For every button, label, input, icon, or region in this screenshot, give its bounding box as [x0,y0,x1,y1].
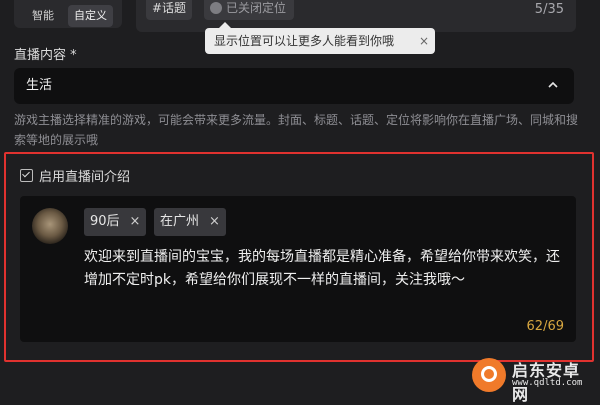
live-intro-panel: 启用直播间介绍 90后 × 在广州 × 欢迎来到直播间的宝宝，我的每场直播都是精… [4,152,594,362]
live-content-label: 直播内容 * [14,48,77,63]
tooltip-text: 显示位置可以让更多人能看到你哦 [214,34,395,48]
intro-editor[interactable]: 90后 × 在广州 × 欢迎来到直播间的宝宝，我的每场直播都是精心准备，希望给你… [20,196,576,342]
cover-mode-smart[interactable]: 智能 [26,5,60,27]
location-toggle-icon [210,2,222,14]
intro-tag-label: 90后 [90,214,120,229]
intro-toggle[interactable]: 启用直播间介绍 [20,166,130,185]
intro-checkbox[interactable] [20,169,33,182]
intro-tag: 90后 × [84,208,147,236]
location-toggle-label: 已关闭定位 [226,1,287,15]
live-content-select[interactable]: 生活 [14,68,574,104]
intro-tag: 在广州 × [154,208,226,236]
tooltip-close-icon[interactable]: × [419,28,429,54]
cover-mode-custom[interactable]: 自定义 [68,5,113,27]
watermark-url: www.qdltd.com [512,378,583,388]
live-content-value: 生活 [26,78,53,93]
site-watermark: 启东安卓网 www.qdltd.com [472,356,594,404]
cover-mode-segmented: 智能 自定义 [14,0,122,28]
location-tooltip: 显示位置可以让更多人能看到你哦 × [205,22,435,54]
intro-text[interactable]: 欢迎来到直播间的宝宝，我的每场直播都是精心准备，希望给你带来欢笑，还增加不定时p… [84,246,564,292]
chevron-up-icon [548,81,558,88]
live-content-helper: 游戏主播选择精准的游戏，可能会带来更多流量。封面、标题、话题、定位将影响你在直播… [14,113,579,147]
location-toggle[interactable]: 已关闭定位 [204,0,295,20]
remove-tag-icon[interactable]: × [130,208,141,236]
watermark-logo-icon [472,358,506,392]
avatar [32,208,68,244]
intro-toggle-label: 启用直播间介绍 [39,170,131,185]
topic-button[interactable]: #话题 [146,0,193,20]
intro-tag-label: 在广州 [160,214,200,229]
intro-char-count: 62/69 [526,319,564,334]
title-char-count: 5/35 [534,2,564,17]
remove-tag-icon[interactable]: × [209,208,220,236]
